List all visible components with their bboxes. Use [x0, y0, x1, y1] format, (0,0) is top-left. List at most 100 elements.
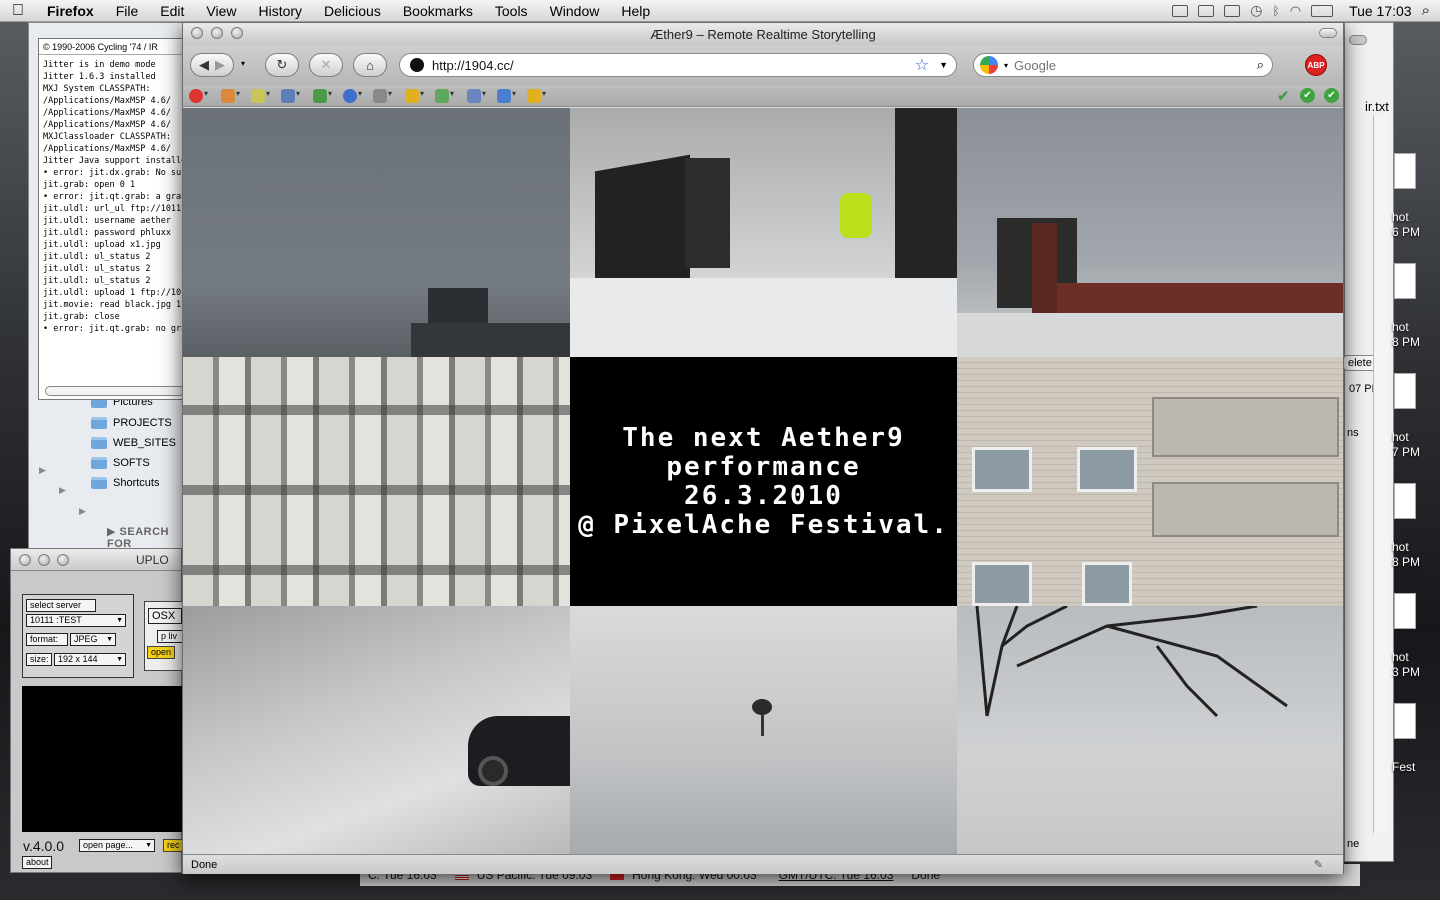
time-machine-icon[interactable]: ◷ [1250, 2, 1262, 19]
menu-window[interactable]: Window [539, 3, 611, 19]
stop-button[interactable]: ✕ [309, 53, 343, 77]
rec-button[interactable]: rec [163, 839, 184, 852]
search-for-section[interactable]: ▶ SEARCH FOR [107, 525, 187, 550]
desktop-file-name: Fest [1392, 760, 1416, 774]
adblock-plus-button[interactable]: ABP [1305, 54, 1327, 76]
console-line: jit.uldl: ul_status 2 [43, 252, 151, 262]
close-button-icon[interactable] [19, 553, 31, 566]
console-horizontal-scrollbar[interactable] [45, 386, 185, 396]
back-forward-buttons[interactable]: ◀ ▶ [190, 53, 234, 77]
disclosure-triangle-icon[interactable]: ▶ [59, 485, 66, 496]
options-icon[interactable] [527, 89, 546, 103]
menubar-clock[interactable]: Tue 17:03 [1349, 3, 1412, 19]
screenshot-file-icon[interactable] [1394, 373, 1416, 409]
close-button-icon[interactable] [191, 27, 203, 39]
open-button[interactable]: open [147, 646, 176, 659]
tools-icon[interactable] [467, 89, 486, 103]
google-engine-icon[interactable] [980, 56, 998, 74]
size-select[interactable]: 192 x 144 [54, 653, 126, 666]
desktop-file-time: 7 PM [1392, 445, 1421, 459]
finder-item-label: PROJECTS [113, 417, 172, 429]
document-file-icon[interactable] [1394, 703, 1416, 739]
disclosure-triangle-icon[interactable]: ▶ [39, 465, 46, 476]
screenshot-file-icon[interactable] [1394, 483, 1416, 519]
forms-icon[interactable] [281, 89, 300, 103]
spotlight-icon[interactable]: ⌕ [1422, 2, 1430, 19]
server-select[interactable]: 10111 :TEST [26, 614, 126, 627]
open-page-select[interactable]: open page... [79, 839, 155, 852]
menu-bookmarks[interactable]: Bookmarks [392, 3, 484, 19]
finder-item-web-sites[interactable]: WEB_SITES [91, 437, 176, 449]
toolbar-pill-button[interactable] [1349, 35, 1367, 45]
finder-item-shortcuts[interactable]: Shortcuts [91, 477, 159, 489]
firefox-titlebar[interactable]: Æther9 – Remote Realtime Storytelling [183, 23, 1343, 45]
battery-icon[interactable] [1311, 4, 1334, 17]
site-identity-icon[interactable] [410, 58, 424, 72]
forward-arrow-icon[interactable]: ▶ [215, 57, 225, 73]
menu-app-firefox[interactable]: Firefox [36, 3, 105, 19]
html-valid-check-icon[interactable]: ✔ [1300, 88, 1315, 103]
css-icon[interactable] [251, 89, 270, 103]
miscellaneous-icon[interactable] [373, 89, 392, 103]
url-input[interactable] [432, 57, 907, 73]
toolbar-toggle-button[interactable] [1319, 28, 1337, 38]
right-background-window: ir.txt elete 07 PM ns ne [1343, 22, 1394, 862]
js-valid-check-icon[interactable]: ✔ [1324, 88, 1339, 103]
images-icon[interactable] [313, 89, 332, 103]
balcony-shape [1152, 482, 1339, 537]
view-source-icon[interactable] [497, 89, 516, 103]
minimize-button-icon[interactable] [38, 553, 50, 566]
engine-dropdown-icon[interactable]: ▾ [1004, 61, 1008, 70]
bookmark-star-icon[interactable]: ☆ [915, 55, 929, 75]
video-preview [22, 686, 182, 832]
zoom-button-icon[interactable] [231, 27, 243, 39]
menu-delicious[interactable]: Delicious [313, 3, 392, 19]
menu-tools[interactable]: Tools [484, 3, 539, 19]
vertical-scrollbar[interactable] [1373, 115, 1389, 833]
search-input[interactable] [1014, 57, 1251, 73]
home-button[interactable]: ⌂ [353, 53, 387, 77]
finder-item-projects[interactable]: PROJECTS [91, 417, 172, 429]
information-icon[interactable] [343, 89, 362, 103]
screenshot-file-icon[interactable] [1394, 263, 1416, 299]
disable-icon[interactable] [189, 89, 208, 103]
menu-help[interactable]: Help [610, 3, 661, 19]
screenshot-file-icon[interactable] [1394, 593, 1416, 629]
about-button[interactable]: about [22, 856, 52, 869]
desktop-file-name: hot [1392, 430, 1409, 444]
spaces-icon[interactable] [1172, 4, 1189, 17]
menu-edit[interactable]: Edit [149, 3, 195, 19]
display-icon[interactable] [1198, 4, 1215, 17]
format-select[interactable]: JPEG [70, 633, 116, 646]
wifi-icon[interactable]: ◠ [1290, 3, 1301, 19]
console-line: jit.uldl: ul_status 2 [43, 264, 151, 274]
search-bar[interactable]: ▾ ⌕ [973, 53, 1273, 77]
url-bar[interactable]: ☆ ▼ [399, 53, 957, 77]
calendar-icon[interactable] [1224, 4, 1241, 17]
disclosure-triangle-icon[interactable]: ▶ [79, 506, 86, 517]
url-dropdown-icon[interactable]: ▼ [939, 60, 948, 70]
resize-icon[interactable] [435, 89, 454, 103]
delete-button[interactable]: elete [1343, 355, 1377, 371]
history-dropdown-icon[interactable]: ▾ [241, 59, 245, 68]
menu-history[interactable]: History [247, 3, 313, 19]
osx-field[interactable]: OSX [148, 608, 182, 624]
screenshot-file-icon[interactable] [1394, 153, 1416, 189]
bluetooth-icon[interactable]: ᛒ [1273, 4, 1280, 18]
cookies-icon[interactable] [221, 89, 240, 103]
css-valid-check-icon[interactable]: ✔ [1277, 87, 1290, 105]
zoom-button-icon[interactable] [57, 553, 69, 566]
p-live-button[interactable]: p liv [157, 630, 185, 643]
outline-icon[interactable] [405, 89, 424, 103]
back-arrow-icon[interactable]: ◀ [199, 57, 209, 73]
console-line: /Applications/MaxMSP 4.6/ [43, 144, 171, 154]
menu-file[interactable]: File [105, 3, 150, 19]
menu-view[interactable]: View [195, 3, 247, 19]
search-magnifier-icon[interactable]: ⌕ [1257, 57, 1264, 73]
apple-menu-icon[interactable]:  [0, 2, 36, 20]
reload-button[interactable]: ↻ [265, 53, 299, 77]
finder-item-softs[interactable]: SOFTS [91, 457, 150, 469]
status-tools-icon[interactable]: ✎ [1314, 858, 1323, 871]
upload-titlebar[interactable]: UPLO [11, 549, 181, 571]
minimize-button-icon[interactable] [211, 27, 223, 39]
